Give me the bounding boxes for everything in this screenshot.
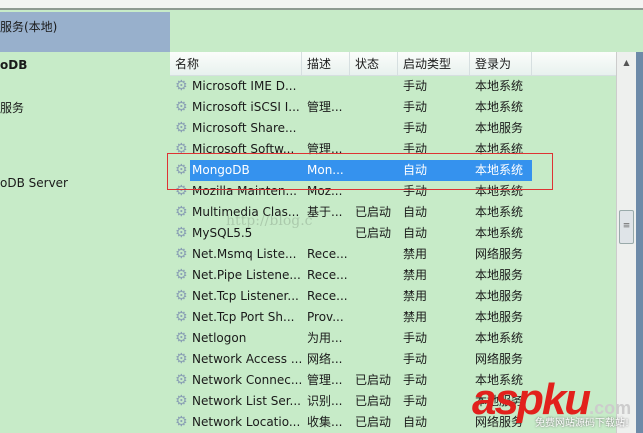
cell-name: Net.Pipe Listene... xyxy=(192,268,301,282)
cell-name: Net.Tcp Listener... xyxy=(192,289,299,303)
cell-description: 为用... xyxy=(307,331,343,345)
gear-icon: ⚙ xyxy=(175,330,188,346)
cell-startup-type: 禁用 xyxy=(403,247,428,261)
table-row[interactable]: ⚙ Microsoft Share... 手动 本地服务 xyxy=(170,118,616,139)
service-title: oDB xyxy=(0,58,28,72)
cell-description: 管理... xyxy=(307,373,343,387)
cell-logon-as: 本地服务 xyxy=(475,121,524,135)
cell-logon-as: 本地服务 xyxy=(475,268,524,282)
cell-logon-as: 本地系统 xyxy=(475,205,524,219)
scroll-up-icon[interactable]: ▲ xyxy=(617,58,636,67)
cell-startup-type: 手动 xyxy=(403,79,428,93)
cell-name: Microsoft Share... xyxy=(192,121,297,135)
column-header-1[interactable]: 描述 xyxy=(302,52,350,76)
cell-description: 识别... xyxy=(307,394,343,408)
logo-tagline: 免费网站源码下载站! xyxy=(535,418,630,429)
left-text-service: 服务 xyxy=(0,101,25,115)
cell-startup-type: 禁用 xyxy=(403,310,428,324)
scrollbar-thumb[interactable]: ≡ xyxy=(619,210,634,244)
cell-startup-type: 手动 xyxy=(403,394,428,408)
column-header-2[interactable]: 状态 xyxy=(350,52,398,76)
gear-icon: ⚙ xyxy=(175,351,188,367)
cell-status: 已启动 xyxy=(355,373,392,387)
cell-startup-type: 手动 xyxy=(403,331,428,345)
gear-icon: ⚙ xyxy=(175,204,188,220)
left-panel-title: 服务(本地) xyxy=(0,20,58,34)
window-edge xyxy=(636,52,643,433)
cell-description: Prov... xyxy=(307,310,344,324)
table-row[interactable]: ⚙ Netlogon 为用... 手动 本地系统 xyxy=(170,328,616,349)
top-strip xyxy=(0,0,643,10)
gear-icon: ⚙ xyxy=(175,120,188,136)
cell-startup-type: 手动 xyxy=(403,352,428,366)
cell-logon-as: 本地系统 xyxy=(475,331,524,345)
highlight-box xyxy=(167,153,553,190)
gear-icon: ⚙ xyxy=(175,414,188,430)
cell-status: 已启动 xyxy=(355,226,392,240)
service-display-name: oDB Server xyxy=(0,176,68,190)
column-header-4[interactable]: 登录为 xyxy=(470,52,532,76)
cell-description: Rece... xyxy=(307,289,348,303)
cell-startup-type: 手动 xyxy=(403,100,428,114)
cell-name: Network Access ... xyxy=(192,352,303,366)
table-header: 名称 描述 状态 启动类型 登录为 xyxy=(170,52,616,76)
cell-logon-as: 网络服务 xyxy=(475,247,524,261)
cell-status: 已启动 xyxy=(355,205,392,219)
cell-name: Net.Msmq Liste... xyxy=(192,247,297,261)
cell-startup-type: 自动 xyxy=(403,205,428,219)
cell-logon-as: 本地系统 xyxy=(475,226,524,240)
gear-icon: ⚙ xyxy=(175,99,188,115)
cell-description: Rece... xyxy=(307,247,348,261)
cell-startup-type: 自动 xyxy=(403,415,428,429)
table-row[interactable]: ⚙ Net.Msmq Liste... Rece... 禁用 网络服务 xyxy=(170,244,616,265)
cell-description: 管理... xyxy=(307,100,343,114)
gear-icon: ⚙ xyxy=(175,246,188,262)
cell-name: Network Locatio... xyxy=(192,415,301,429)
cell-name: Microsoft iSCSI I... xyxy=(192,100,300,114)
cell-name: Net.Tcp Port Sh... xyxy=(192,310,295,324)
cell-description: 收集... xyxy=(307,415,343,429)
cell-description: Rece... xyxy=(307,268,348,282)
cell-logon-as: 本地系统 xyxy=(475,100,524,114)
table-row[interactable]: ⚙ Net.Tcp Listener... Rece... 禁用 本地服务 xyxy=(170,286,616,307)
column-header-0[interactable]: 名称 xyxy=(170,52,302,76)
gear-icon: ⚙ xyxy=(175,267,188,283)
cell-startup-type: 禁用 xyxy=(403,289,428,303)
gear-icon: ⚙ xyxy=(175,372,188,388)
gear-icon: ⚙ xyxy=(175,288,188,304)
table-row[interactable]: ⚙ Network Access ... 网络... 手动 网络服务 xyxy=(170,349,616,370)
cell-startup-type: 手动 xyxy=(403,121,428,135)
gear-icon: ⚙ xyxy=(175,225,188,241)
cell-logon-as: 网络服务 xyxy=(475,352,524,366)
cell-name: Network Connec... xyxy=(192,373,303,387)
gear-icon: ⚙ xyxy=(175,309,188,325)
cell-logon-as: 本地服务 xyxy=(475,310,524,324)
gear-icon: ⚙ xyxy=(175,78,188,94)
cell-logon-as: 本地服务 xyxy=(475,289,524,303)
table-row[interactable]: ⚙ Microsoft iSCSI I... 管理... 手动 本地系统 xyxy=(170,97,616,118)
watermark: http://blog.c xyxy=(226,213,313,229)
cell-description: 网络... xyxy=(307,352,343,366)
table-row[interactable]: ⚙ Net.Pipe Listene... Rece... 禁用 本地服务 xyxy=(170,265,616,286)
cell-status: 已启动 xyxy=(355,394,392,408)
cell-logon-as: 本地系统 xyxy=(475,79,524,93)
cell-startup-type: 自动 xyxy=(403,226,428,240)
table-row[interactable]: ⚙ Microsoft IME D... 手动 本地系统 xyxy=(170,76,616,97)
gear-icon: ⚙ xyxy=(175,393,188,409)
cell-name: Microsoft IME D... xyxy=(192,79,297,93)
left-panel-header: 服务(本地) xyxy=(0,12,170,52)
cell-startup-type: 禁用 xyxy=(403,268,428,282)
cell-status: 已启动 xyxy=(355,415,392,429)
cell-startup-type: 手动 xyxy=(403,373,428,387)
cell-name: Network List Ser... xyxy=(192,394,301,408)
table-row[interactable]: ⚙ Net.Tcp Port Sh... Prov... 禁用 本地服务 xyxy=(170,307,616,328)
cell-name: Netlogon xyxy=(192,331,247,345)
column-header-3[interactable]: 启动类型 xyxy=(398,52,470,76)
